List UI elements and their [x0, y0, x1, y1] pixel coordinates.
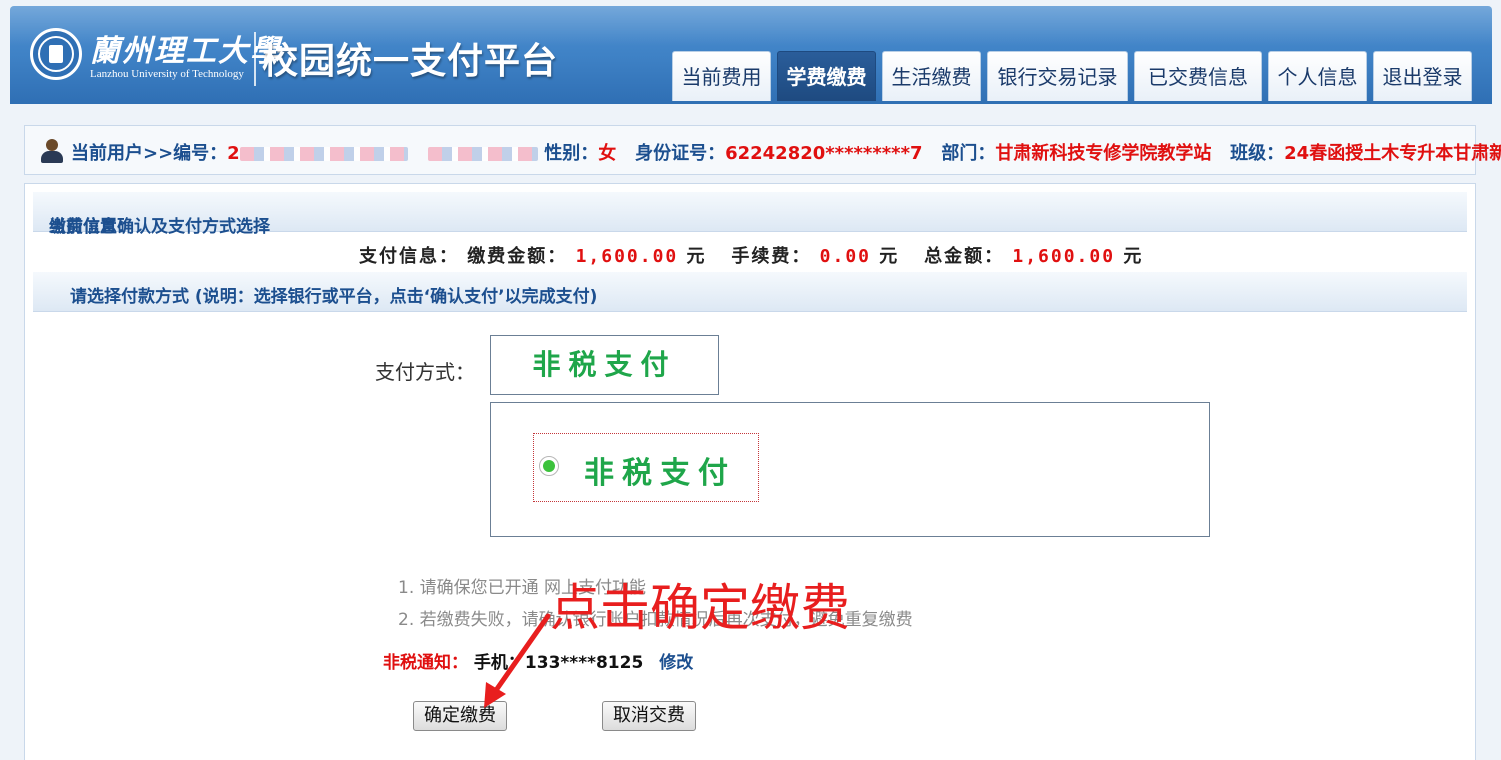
seal-inner-ring [38, 36, 74, 72]
payment-info-label: 支付信息： [359, 246, 459, 267]
redacted-id [239, 147, 408, 161]
seal-core [49, 45, 63, 63]
user-info-bar: 当前用户>>编号：2 性别：女 身份证号：62242820*********7 … [24, 125, 1501, 175]
tab-bank-transactions[interactable]: 银行交易记录 [987, 51, 1128, 101]
total-currency: 元 [1123, 246, 1144, 267]
tab-logout[interactable]: 退出登录 [1373, 51, 1472, 101]
select-method-bar: 请选择付款方式 (说明：选择银行或平台，点击‘确认支付’以完成支付) [33, 272, 1467, 312]
tab-living-payment[interactable]: 生活缴费 [882, 51, 981, 101]
main-panel: 当前位置： 缴费信息确认及支付方式选择 支付信息： 缴费金额： 1,600.00 … [24, 183, 1476, 760]
payment-method-selected[interactable]: 非税支付 [490, 335, 719, 395]
amount-currency: 元 [686, 246, 707, 267]
user-icon [39, 139, 65, 163]
tab-paid-info[interactable]: 已交费信息 [1134, 51, 1262, 101]
edit-phone-link[interactable]: 修改 [659, 653, 693, 673]
user-icon-head [46, 139, 58, 151]
phone-value: 133****8125 [524, 653, 644, 673]
idcard-value: 62242820*********7 [725, 143, 923, 164]
payment-notes: 1. 请确保您已开通 网上支付功能 2. 若缴费失败，请确认银行账户扣款情况后再… [398, 572, 913, 636]
location-value: 缴费信息确认及支付方式选择 [49, 217, 270, 237]
sms-notice-label: 非税通知： [383, 653, 468, 673]
logo-divider [254, 32, 256, 86]
id-label: 编号： [173, 143, 228, 164]
payment-option-label: 非税支付 [584, 456, 736, 491]
note-item: 1. 请确保您已开通 网上支付功能 [398, 578, 647, 598]
gender-label: 性别： [544, 143, 599, 164]
payment-options-panel: 非税支付 [490, 402, 1210, 537]
radio-button[interactable] [539, 456, 559, 476]
amount-value: 1,600.00 [575, 246, 679, 267]
user-icon-body [41, 151, 63, 163]
total-label: 总金额： [924, 246, 1005, 267]
fee-currency: 元 [879, 246, 900, 267]
payment-method-label: 支付方式： [375, 360, 475, 384]
university-seal-icon [30, 28, 82, 80]
cancel-payment-button[interactable]: 取消交费 [602, 701, 696, 731]
current-user-label: 当前用户>> [71, 143, 174, 164]
user-info-line: 当前用户>>编号：2 性别：女 身份证号：62242820*********7 … [71, 139, 1501, 165]
payment-info: 支付信息： 缴费金额： 1,600.00 元 手续费： 0.00 元 总金额： … [359, 242, 1143, 268]
phone-label: 手机： [473, 653, 525, 673]
idcard-label: 身份证号： [635, 143, 726, 164]
fee-value: 0.00 [819, 246, 871, 267]
sms-notice: 非税通知： 手机：133****8125 修改 [383, 648, 693, 673]
tab-current-fees[interactable]: 当前费用 [672, 51, 771, 101]
university-name-en: Lanzhou University of Technology [90, 68, 244, 80]
id-value: 2 [227, 143, 240, 164]
radio-selected-dot [543, 460, 555, 472]
confirm-payment-button[interactable]: 确定缴费 [413, 701, 507, 731]
dept-label: 部门： [941, 143, 996, 164]
platform-title: 校园统一支付平台 [262, 41, 559, 82]
location-bar: 当前位置： 缴费信息确认及支付方式选择 [33, 192, 1467, 237]
dept-value: 甘肃新科技专修学院教学站 [995, 143, 1212, 164]
tab-personal-info[interactable]: 个人信息 [1268, 51, 1367, 101]
note-item: 2. 若缴费失败，请确认银行账户扣款情况后再次支付，避免重复缴费 [398, 610, 913, 630]
total-value: 1,600.00 [1012, 246, 1116, 267]
tab-tuition-payment[interactable]: 学费缴费 [777, 51, 876, 101]
amount-label: 缴费金额： [467, 246, 568, 267]
header-banner: 蘭州理工大學 Lanzhou University of Technology … [10, 6, 1492, 104]
class-value: 24春函授土木专升本甘肃新 [1284, 143, 1501, 164]
fee-label: 手续费： [731, 246, 812, 267]
payment-option-nontax[interactable]: 非税支付 [533, 433, 759, 502]
redacted-name [427, 147, 538, 161]
class-label: 班级： [1230, 143, 1285, 164]
select-method-text: 请选择付款方式 (说明：选择银行或平台，点击‘确认支付’以完成支付) [70, 287, 598, 307]
gender-value: 女 [598, 143, 617, 164]
